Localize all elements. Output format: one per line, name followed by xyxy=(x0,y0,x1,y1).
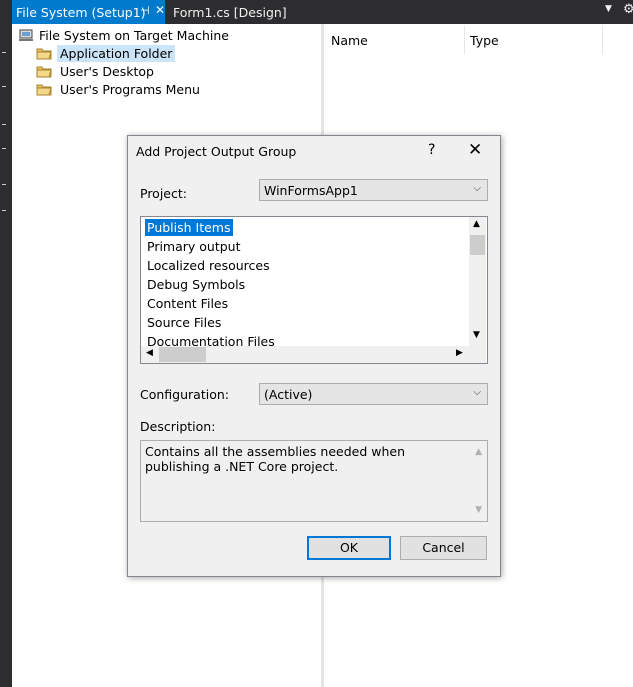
output-item-debug-symbols[interactable]: Debug Symbols xyxy=(147,276,245,293)
listbox-horizontal-scrollbar[interactable]: ◀ ▶ xyxy=(141,346,469,363)
scroll-up-icon[interactable]: ▲ xyxy=(473,219,480,229)
output-item-localized-resources[interactable]: Localized resources xyxy=(147,257,270,274)
scrollbar-corner xyxy=(469,346,486,363)
cancel-button[interactable]: Cancel xyxy=(400,536,487,560)
listbox-vertical-scrollbar[interactable]: ▲ ▼ xyxy=(469,217,486,346)
scroll-down-icon[interactable]: ▼ xyxy=(473,330,480,340)
tab-dropdown-icon[interactable]: ▼ xyxy=(605,4,612,14)
tree-item-label: Application Folder xyxy=(57,45,176,62)
dialog-title: Add Project Output Group xyxy=(136,144,297,159)
output-item-publish-items[interactable]: Publish Items xyxy=(145,219,233,236)
output-item-content-files[interactable]: Content Files xyxy=(147,295,228,312)
project-label: Project: xyxy=(140,186,187,201)
description-text: Contains all the assemblies needed when … xyxy=(145,444,406,474)
folder-icon xyxy=(36,47,52,64)
output-item-source-files[interactable]: Source Files xyxy=(147,314,221,331)
computer-icon xyxy=(19,29,33,46)
output-item-primary-output[interactable]: Primary output xyxy=(147,238,241,255)
scroll-left-icon[interactable]: ◀ xyxy=(146,348,153,358)
description-box: Contains all the assemblies needed when … xyxy=(140,440,488,522)
help-icon[interactable]: ? xyxy=(428,142,435,158)
tree-item-label: User's Desktop xyxy=(60,64,154,79)
scroll-up-icon: ▲ xyxy=(475,447,482,457)
close-icon[interactable]: ✕ xyxy=(468,140,482,160)
ok-button[interactable]: OK xyxy=(307,536,391,560)
folder-icon xyxy=(36,83,52,100)
ide-left-strip xyxy=(0,24,12,687)
tab-label: File System (Setup1) xyxy=(16,5,146,20)
chevron-down-icon: ⌵ xyxy=(473,387,481,398)
project-select[interactable]: WinFormsApp1 ⌵ xyxy=(259,179,488,201)
tree-item-label: User's Programs Menu xyxy=(60,82,200,97)
configuration-label: Configuration: xyxy=(140,387,229,402)
configuration-select-value: (Active) xyxy=(264,387,313,402)
column-header-type[interactable]: Type xyxy=(470,33,499,48)
tree-root-label: File System on Target Machine xyxy=(39,28,229,43)
scroll-down-icon: ▼ xyxy=(475,505,482,515)
folder-icon xyxy=(36,65,52,82)
chevron-down-icon: ⌵ xyxy=(473,183,481,194)
description-label: Description: xyxy=(140,419,216,434)
output-group-listbox[interactable]: Publish Items Primary output Localized r… xyxy=(140,216,488,364)
tab-file-system-setup1[interactable]: File System (Setup1) ⊣ ✕ xyxy=(12,0,165,24)
close-tab-icon[interactable]: ✕ xyxy=(155,3,165,17)
column-header-name[interactable]: Name xyxy=(331,33,368,48)
column-divider[interactable] xyxy=(464,26,465,54)
gear-icon[interactable]: ⚙ xyxy=(623,2,633,17)
vertical-scroll-thumb[interactable] xyxy=(470,235,485,255)
pin-icon[interactable]: ⊣ xyxy=(140,4,150,17)
add-project-output-group-dialog: Add Project Output Group ? ✕ Project: Wi… xyxy=(127,135,501,577)
configuration-select[interactable]: (Active) ⌵ xyxy=(259,383,488,405)
scroll-right-icon[interactable]: ▶ xyxy=(456,348,463,358)
tab-form1-design[interactable]: Form1.cs [Design] xyxy=(173,5,287,20)
horizontal-scroll-thumb[interactable] xyxy=(159,347,206,362)
column-divider[interactable] xyxy=(602,26,603,54)
project-select-value: WinFormsApp1 xyxy=(264,183,358,198)
